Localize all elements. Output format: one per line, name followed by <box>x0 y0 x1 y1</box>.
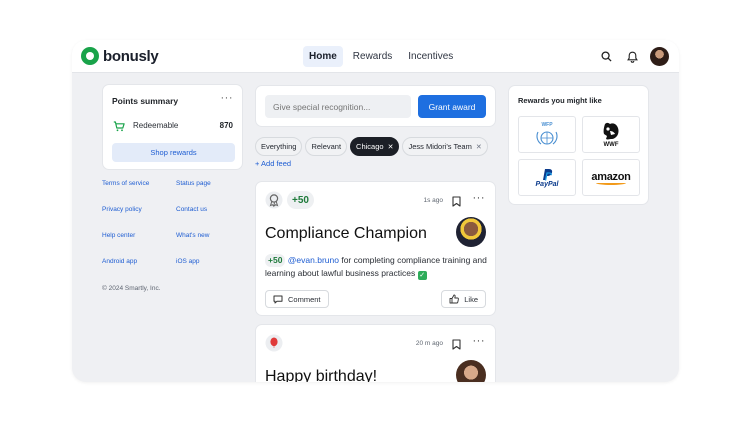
main-nav: Home Rewards Incentives <box>303 46 459 67</box>
cart-icon <box>113 119 125 137</box>
recipient-avatar[interactable] <box>456 217 486 247</box>
link-privacy[interactable]: Privacy policy <box>102 206 142 213</box>
reward-paypal[interactable]: PayPal <box>518 159 576 196</box>
shop-rewards-button[interactable]: Shop rewards <box>112 143 235 162</box>
nav-home[interactable]: Home <box>303 46 343 67</box>
rewards-title: Rewards you might like <box>518 96 602 105</box>
add-feed-link[interactable]: + Add feed <box>255 159 291 168</box>
recipient-avatar[interactable] <box>456 360 486 382</box>
panda-icon <box>603 122 619 140</box>
comment-label: Comment <box>288 294 321 304</box>
post-title: Compliance Champion <box>265 225 427 242</box>
link-terms[interactable]: Terms of service <box>102 180 149 187</box>
wfp-laurel-icon <box>536 130 558 145</box>
more-options-icon[interactable]: ··· <box>221 92 234 104</box>
copyright: © 2024 Smartly, Inc. <box>102 285 161 292</box>
close-icon[interactable]: ✕ <box>476 143 482 151</box>
mention-link[interactable]: @evan.bruno <box>288 255 339 265</box>
paypal-logo-text: PayPal <box>535 180 559 188</box>
feed-post: 20 m ago ··· Happy birthday! <box>255 324 496 382</box>
chip-label: Jess Midori's Team <box>408 142 472 151</box>
nav-rewards[interactable]: Rewards <box>347 46 398 67</box>
reward-wfp[interactable]: WFP <box>518 116 576 153</box>
reward-amazon[interactable]: amazon <box>582 159 640 196</box>
reward-wwf[interactable]: WWF <box>582 116 640 153</box>
post-title: Happy birthday! <box>265 368 378 382</box>
thumbs-up-icon <box>449 294 460 304</box>
chip-label: Relevant <box>311 142 342 151</box>
rewards-card: Rewards you might like WFP WWF PayPal am… <box>508 85 649 205</box>
link-contact[interactable]: Contact us <box>176 206 207 213</box>
wwf-logo-text: WWF <box>603 142 619 148</box>
filter-chicago[interactable]: Chicago ✕ <box>350 137 400 156</box>
link-help[interactable]: Help center <box>102 232 135 239</box>
bookmark-icon[interactable] <box>452 194 461 212</box>
app-window: bonusly Home Rewards Incentives Points s… <box>72 40 679 382</box>
award-ribbon-icon <box>265 191 283 209</box>
redeemable-label: Redeemable <box>133 121 179 130</box>
filter-everything[interactable]: Everything <box>255 137 303 156</box>
like-label: Like <box>464 294 478 304</box>
comment-icon <box>273 295 283 303</box>
filter-team[interactable]: Jess Midori's Team ✕ <box>402 137 488 156</box>
bonusly-logo-icon <box>81 47 99 65</box>
post-body: +50 @evan.bruno for completing complianc… <box>265 254 490 280</box>
bell-icon[interactable] <box>624 49 640 65</box>
post-timestamp: 1s ago <box>423 197 443 204</box>
brand-name: bonusly <box>103 47 159 65</box>
points-badge: +50 <box>287 191 314 209</box>
check-emoji-icon: ✓ <box>417 271 427 280</box>
link-android[interactable]: Android app <box>102 258 137 265</box>
chip-label: Chicago <box>356 142 384 151</box>
points-summary-card: Points summary ··· Redeemable 870 Shop r… <box>102 84 243 170</box>
recognition-card: Grant award <box>255 85 496 127</box>
points-summary-title: Points summary <box>112 96 179 106</box>
more-options-icon[interactable]: ··· <box>473 192 486 204</box>
search-icon[interactable] <box>598 49 614 65</box>
bookmark-icon[interactable] <box>452 337 461 355</box>
user-avatar[interactable] <box>650 47 669 66</box>
grant-award-button[interactable]: Grant award <box>418 95 486 118</box>
paypal-p-icon <box>543 168 553 181</box>
link-whats-new[interactable]: What's new <box>176 232 209 239</box>
comment-button[interactable]: Comment <box>265 290 329 308</box>
inline-points: +50 <box>265 254 286 267</box>
redeemable-value: 870 <box>219 121 233 130</box>
top-bar: bonusly Home Rewards Incentives <box>72 40 679 73</box>
top-actions <box>598 47 669 66</box>
chip-label: Everything <box>261 142 297 151</box>
post-timestamp: 20 m ago <box>415 340 443 347</box>
recognition-input[interactable] <box>265 95 411 118</box>
like-button[interactable]: Like <box>441 290 486 308</box>
nav-incentives[interactable]: Incentives <box>402 46 459 67</box>
link-status[interactable]: Status page <box>176 180 211 187</box>
more-options-icon[interactable]: ··· <box>473 335 486 347</box>
close-icon[interactable]: ✕ <box>388 143 394 151</box>
feed-post: +50 1s ago ··· Compliance Champion +50 @… <box>255 181 496 316</box>
amazon-smile-icon <box>596 181 626 185</box>
brand-logo[interactable]: bonusly <box>81 47 159 65</box>
filter-relevant[interactable]: Relevant <box>305 137 348 156</box>
feed-filters: Everything Relevant Chicago ✕ Jess Midori… <box>255 137 488 156</box>
link-ios[interactable]: iOS app <box>176 258 200 265</box>
balloon-icon <box>265 334 283 352</box>
